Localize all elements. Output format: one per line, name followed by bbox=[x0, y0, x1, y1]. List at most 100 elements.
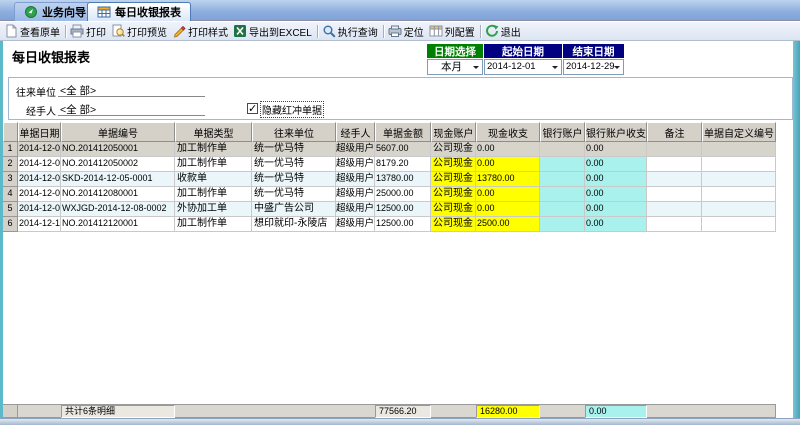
cell-cash_account[interactable]: 公司现金 bbox=[431, 172, 476, 187]
cell-note[interactable] bbox=[647, 187, 702, 202]
cell-bank_account[interactable] bbox=[540, 187, 585, 202]
cell-handler[interactable]: 超级用户 bbox=[336, 217, 375, 232]
cell-amount[interactable]: 8179.20 bbox=[375, 157, 431, 172]
cell-amount[interactable]: 25000.00 bbox=[375, 187, 431, 202]
cell-bank_account[interactable] bbox=[540, 217, 585, 232]
table-row[interactable]: 12014-12-05NO.201412050001加工制作单统一优马特超级用户… bbox=[3, 142, 776, 157]
cell-bank_account[interactable] bbox=[540, 142, 585, 157]
cell-custom_no[interactable] bbox=[702, 187, 776, 202]
cell-custom_no[interactable] bbox=[702, 217, 776, 232]
cell-note[interactable] bbox=[647, 217, 702, 232]
cell-handler[interactable]: 超级用户 bbox=[336, 172, 375, 187]
chevron-down-icon[interactable] bbox=[552, 66, 558, 72]
cell-no[interactable]: NO.201412050001 bbox=[61, 142, 175, 157]
toolbar-button-locate[interactable]: 定位 bbox=[386, 23, 427, 40]
cell-amount[interactable]: 5607.00 bbox=[375, 142, 431, 157]
cell-no[interactable]: SKD-2014-12-05-0001 bbox=[61, 172, 175, 187]
cell-cash_account[interactable]: 公司现金 bbox=[431, 157, 476, 172]
cell-bank_amount[interactable]: 0.00 bbox=[585, 187, 647, 202]
cell-unit[interactable]: 统一优马特 bbox=[252, 157, 336, 172]
cell-amount[interactable]: 13780.00 bbox=[375, 172, 431, 187]
toolbar-button-print-style[interactable]: 打印样式 bbox=[170, 23, 231, 40]
cell-type[interactable]: 加工制作单 bbox=[175, 142, 252, 157]
tab-business-wizard[interactable]: 业务向导 bbox=[14, 2, 96, 21]
partner-field-underline bbox=[58, 96, 205, 97]
cell-note[interactable] bbox=[647, 202, 702, 217]
cell-date[interactable]: 2014-12-05 bbox=[18, 142, 61, 157]
table-row[interactable]: 52014-12-08WXJGD-2014-12-08-0002外协加工单中盛广… bbox=[3, 202, 776, 217]
column-header-handler: 经手人 bbox=[336, 122, 375, 142]
cell-date[interactable]: 2014-12-05 bbox=[18, 157, 61, 172]
cell-no[interactable]: NO.201412050002 bbox=[61, 157, 175, 172]
cell-bank_account[interactable] bbox=[540, 202, 585, 217]
hide-voided-checkbox[interactable] bbox=[247, 103, 258, 114]
cell-amount[interactable]: 12500.00 bbox=[375, 202, 431, 217]
tab-daily-cash-report[interactable]: 每日收银报表 bbox=[87, 2, 191, 21]
cell-cash_amount[interactable]: 2500.00 bbox=[476, 217, 540, 232]
cell-handler[interactable]: 超级用户 bbox=[336, 142, 375, 157]
end-date-dropdown[interactable]: 2014-12-29 bbox=[563, 59, 624, 75]
cell-bank_amount[interactable]: 0.00 bbox=[585, 202, 647, 217]
toolbar-button-exit[interactable]: 退出 bbox=[483, 23, 524, 40]
cell-no[interactable]: WXJGD-2014-12-08-0002 bbox=[61, 202, 175, 217]
cell-custom_no[interactable] bbox=[702, 172, 776, 187]
cell-unit[interactable]: 中盛广告公司 bbox=[252, 202, 336, 217]
tab-label: 业务向导 bbox=[42, 4, 86, 20]
cell-unit[interactable]: 统一优马特 bbox=[252, 172, 336, 187]
cell-no[interactable]: NO.201412080001 bbox=[61, 187, 175, 202]
cell-type[interactable]: 加工制作单 bbox=[175, 187, 252, 202]
cell-note[interactable] bbox=[647, 172, 702, 187]
chevron-down-icon[interactable] bbox=[473, 66, 479, 72]
cell-no[interactable]: NO.201412120001 bbox=[61, 217, 175, 232]
cell-note[interactable] bbox=[647, 157, 702, 172]
cell-type[interactable]: 收款单 bbox=[175, 172, 252, 187]
date-mode-dropdown[interactable]: 本月 bbox=[427, 59, 483, 75]
cell-cash_account[interactable]: 公司现金 bbox=[431, 142, 476, 157]
cell-cash_amount[interactable]: 0.00 bbox=[476, 142, 540, 157]
cell-custom_no[interactable] bbox=[702, 157, 776, 172]
cell-unit[interactable]: 想印就印-永陵店 bbox=[252, 217, 336, 232]
toolbar-button-column-config[interactable]: 列配置 bbox=[427, 23, 478, 40]
cell-cash_amount[interactable]: 0.00 bbox=[476, 157, 540, 172]
cell-type[interactable]: 加工制作单 bbox=[175, 157, 252, 172]
cell-cash_account[interactable]: 公司现金 bbox=[431, 202, 476, 217]
cell-note[interactable] bbox=[647, 142, 702, 157]
cell-handler[interactable]: 超级用户 bbox=[336, 157, 375, 172]
chevron-down-icon[interactable] bbox=[614, 66, 620, 72]
cell-unit[interactable]: 统一优马特 bbox=[252, 187, 336, 202]
cell-date[interactable]: 2014-12-05 bbox=[18, 172, 61, 187]
cell-bank_amount[interactable]: 0.00 bbox=[585, 172, 647, 187]
start-date-dropdown[interactable]: 2014-12-01 bbox=[484, 59, 562, 75]
cell-bank_amount[interactable]: 0.00 bbox=[585, 217, 647, 232]
toolbar-button-run-query[interactable]: 执行查询 bbox=[320, 23, 381, 40]
table-row[interactable]: 22014-12-05NO.201412050002加工制作单统一优马特超级用户… bbox=[3, 157, 776, 172]
cell-custom_no[interactable] bbox=[702, 142, 776, 157]
cell-type[interactable]: 加工制作单 bbox=[175, 217, 252, 232]
cell-bank_amount[interactable]: 0.00 bbox=[585, 157, 647, 172]
cell-handler[interactable]: 超级用户 bbox=[336, 202, 375, 217]
table-row[interactable]: 42014-12-08NO.201412080001加工制作单统一优马特超级用户… bbox=[3, 187, 776, 202]
cell-cash_account[interactable]: 公司现金 bbox=[431, 187, 476, 202]
cell-amount[interactable]: 12500.00 bbox=[375, 217, 431, 232]
cell-date[interactable]: 2014-12-12 bbox=[18, 217, 61, 232]
cell-cash_amount[interactable]: 0.00 bbox=[476, 202, 540, 217]
toolbar-button-print-preview[interactable]: 打印预览 bbox=[109, 23, 170, 40]
table-row[interactable]: 62014-12-12NO.201412120001加工制作单想印就印-永陵店超… bbox=[3, 217, 776, 232]
cell-handler[interactable]: 超级用户 bbox=[336, 187, 375, 202]
toolbar-button-export-excel[interactable]: 导出到EXCEL bbox=[231, 23, 315, 40]
cell-date[interactable]: 2014-12-08 bbox=[18, 187, 61, 202]
cell-date[interactable]: 2014-12-08 bbox=[18, 202, 61, 217]
print-preview-icon bbox=[111, 24, 125, 38]
cell-bank_account[interactable] bbox=[540, 157, 585, 172]
table-row[interactable]: 32014-12-05SKD-2014-12-05-0001收款单统一优马特超级… bbox=[3, 172, 776, 187]
cell-type[interactable]: 外协加工单 bbox=[175, 202, 252, 217]
cell-unit[interactable]: 统一优马特 bbox=[252, 142, 336, 157]
cell-custom_no[interactable] bbox=[702, 202, 776, 217]
cell-cash_amount[interactable]: 13780.00 bbox=[476, 172, 540, 187]
toolbar-button-print[interactable]: 打印 bbox=[68, 23, 109, 40]
toolbar-button-view-original[interactable]: 查看原单 bbox=[2, 23, 63, 40]
cell-cash_account[interactable]: 公司现金 bbox=[431, 217, 476, 232]
cell-cash_amount[interactable]: 0.00 bbox=[476, 187, 540, 202]
cell-bank_account[interactable] bbox=[540, 172, 585, 187]
cell-bank_amount[interactable]: 0.00 bbox=[585, 142, 647, 157]
